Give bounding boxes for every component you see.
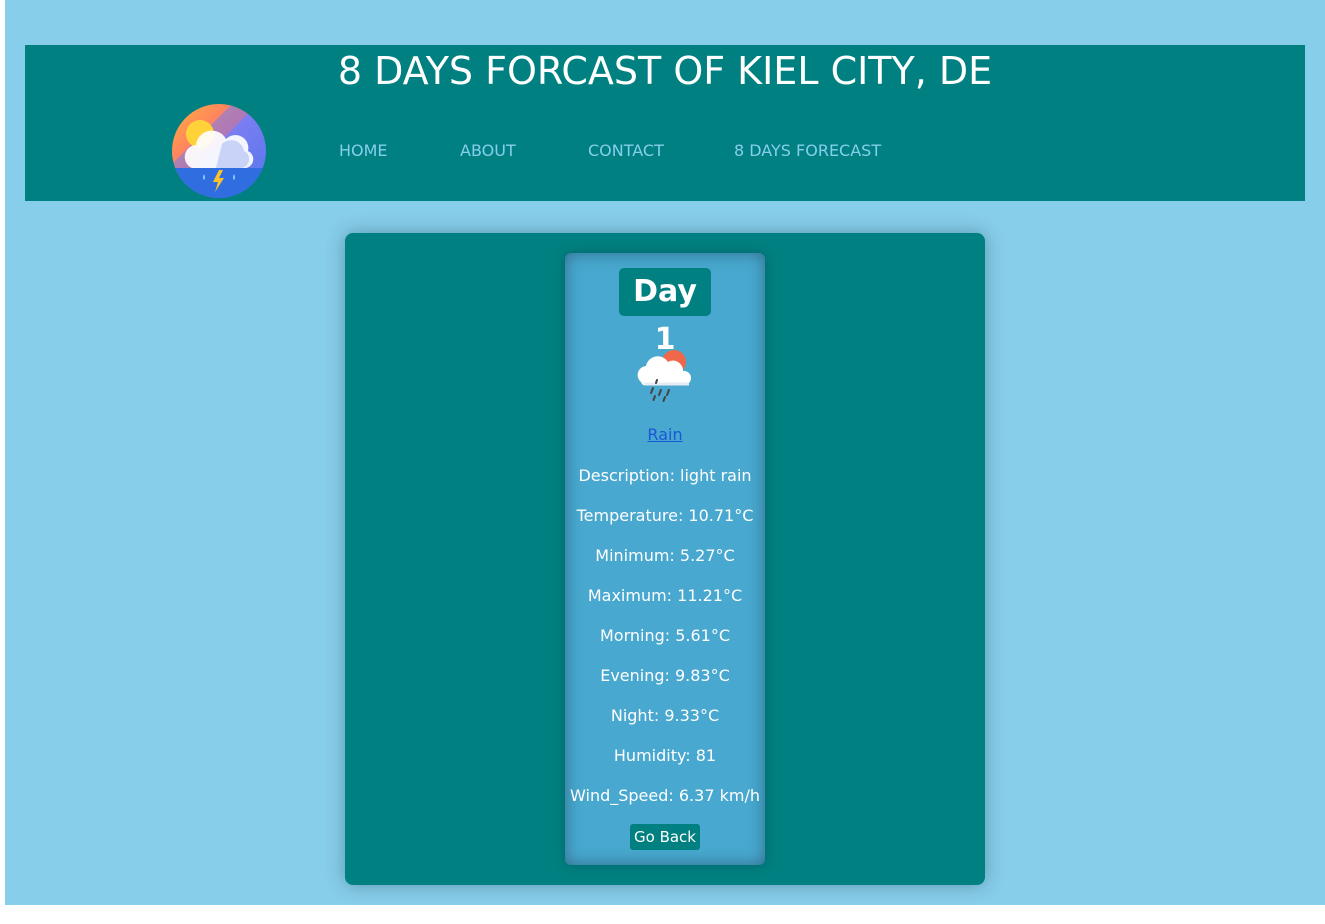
day-card: Day 1 Rain Description: light rain Tempe… <box>565 253 765 865</box>
night-text: Night: 9.33°C <box>610 706 720 725</box>
wind-speed-text: Wind_Speed: 6.37 km/h <box>570 786 760 805</box>
page-background: 8 DAYS FORCAST OF KIEL CITY, DE HOME ABO… <box>5 0 1325 905</box>
minimum-text: Minimum: 5.27°C <box>595 546 735 565</box>
nav-home[interactable]: HOME <box>339 141 388 161</box>
site-title: 8 DAYS FORCAST OF KIEL CITY, DE <box>337 49 993 93</box>
go-back-button[interactable]: Go Back <box>630 824 700 850</box>
evening-text: Evening: 9.83°C <box>600 666 730 685</box>
temperature-text: Temperature: 10.71°C <box>576 506 754 525</box>
description-text: Description: light rain <box>578 466 752 485</box>
storm-cloud-sun-icon[interactable] <box>172 104 266 198</box>
forecast-panel: Day 1 Rain Description: light rain Tempe… <box>345 233 985 885</box>
morning-text: Morning: 5.61°C <box>599 626 731 645</box>
maximum-text: Maximum: 11.21°C <box>587 586 743 605</box>
site-header: 8 DAYS FORCAST OF KIEL CITY, DE HOME ABO… <box>25 45 1305 201</box>
nav-about[interactable]: ABOUT <box>460 141 516 161</box>
nav-contact[interactable]: CONTACT <box>588 141 664 161</box>
humidity-text: Humidity: 81 <box>613 746 717 765</box>
nav-8-days-forecast[interactable]: 8 DAYS FORECAST <box>734 141 881 161</box>
rain-cloud-sun-icon <box>637 350 692 402</box>
weather-main-link[interactable]: Rain <box>565 425 765 444</box>
day-title: Day 1 <box>619 268 711 357</box>
